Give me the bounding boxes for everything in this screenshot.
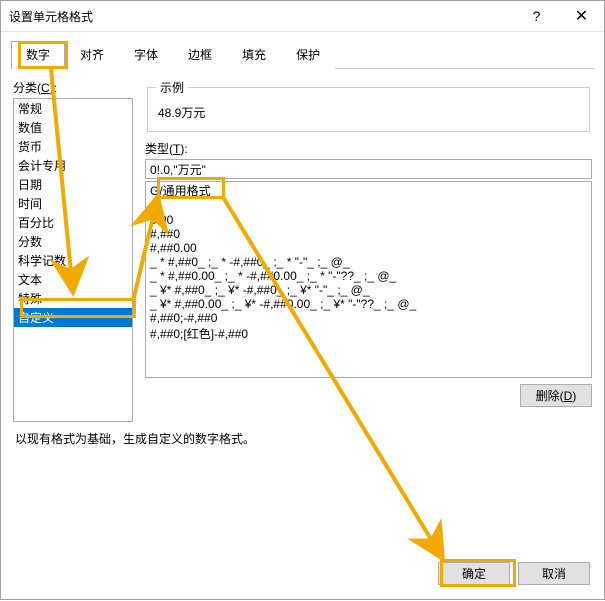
category-label: 分类(C): <box>13 79 133 96</box>
hint-text: 以现有格式为基础，生成自定义的数字格式。 <box>1 422 604 455</box>
tab-1[interactable]: 对齐 <box>65 41 119 69</box>
sample-value: 48.9万元 <box>156 102 581 121</box>
type-label: 类型(T): <box>145 140 592 157</box>
footer: 确定 取消 <box>438 562 590 585</box>
tab-5[interactable]: 保护 <box>281 41 335 69</box>
format-item[interactable]: #,##0;-#,##0 <box>146 311 591 325</box>
format-item[interactable]: 0 <box>146 199 591 213</box>
format-item[interactable]: #,##0;[红色]-#,##0 <box>146 325 591 342</box>
tab-bar: 数字对齐字体边框填充保护 <box>11 40 594 69</box>
window-title: 设置单元格格式 <box>9 8 514 25</box>
delete-button[interactable]: 删除(D) <box>520 384 592 407</box>
category-item[interactable]: 文本 <box>14 270 132 289</box>
tab-2[interactable]: 字体 <box>119 41 173 69</box>
category-list[interactable]: 常规数值货币会计专用日期时间百分比分数科学记数文本特殊自定义 <box>13 98 133 422</box>
category-item[interactable]: 科学记数 <box>14 251 132 270</box>
tab-3[interactable]: 边框 <box>173 41 227 69</box>
close-button[interactable]: ✕ <box>559 1 604 31</box>
category-item[interactable]: 日期 <box>14 175 132 194</box>
format-item[interactable]: #,##0 <box>146 227 591 241</box>
sample-group: 示例 48.9万元 <box>147 79 590 132</box>
category-item[interactable]: 分数 <box>14 232 132 251</box>
category-item[interactable]: 常规 <box>14 99 132 118</box>
format-item[interactable]: _ * #,##0.00_ ;_ * -#,##0.00_ ;_ * "-"??… <box>146 269 591 283</box>
format-item[interactable]: _ * #,##0_ ;_ * -#,##0_ ;_ * "-"_ ;_ @_ <box>146 255 591 269</box>
format-item[interactable]: #,##0.00 <box>146 241 591 255</box>
category-item[interactable]: 自定义 <box>14 308 132 327</box>
format-item[interactable]: 0.00 <box>146 213 591 227</box>
format-item[interactable]: _ ¥* #,##0.00_ ;_ ¥* -#,##0.00_ ;_ ¥* "-… <box>146 297 591 311</box>
format-item[interactable]: _ ¥* #,##0_ ;_ ¥* -#,##0_ ;_ ¥* "-"_ ;_ … <box>146 283 591 297</box>
tab-4[interactable]: 填充 <box>227 41 281 69</box>
dialog-window: 设置单元格格式 ? ✕ 数字对齐字体边框填充保护 分类(C): 常规数值货币会计… <box>0 0 605 600</box>
category-item[interactable]: 特殊 <box>14 289 132 308</box>
category-item[interactable]: 百分比 <box>14 213 132 232</box>
category-item[interactable]: 时间 <box>14 194 132 213</box>
type-input[interactable] <box>145 159 592 179</box>
category-item[interactable]: 会计专用 <box>14 156 132 175</box>
category-item[interactable]: 数值 <box>14 118 132 137</box>
titlebar: 设置单元格格式 ? ✕ <box>1 1 604 32</box>
category-item[interactable]: 货币 <box>14 137 132 156</box>
ok-button[interactable]: 确定 <box>438 562 510 585</box>
format-list[interactable]: G/通用格式00.00#,##0#,##0.00_ * #,##0_ ;_ * … <box>145 181 592 378</box>
cancel-button[interactable]: 取消 <box>518 562 590 585</box>
format-item[interactable]: G/通用格式 <box>146 182 591 199</box>
help-button[interactable]: ? <box>514 1 559 31</box>
sample-legend: 示例 <box>156 79 188 96</box>
tab-0[interactable]: 数字 <box>11 41 65 69</box>
